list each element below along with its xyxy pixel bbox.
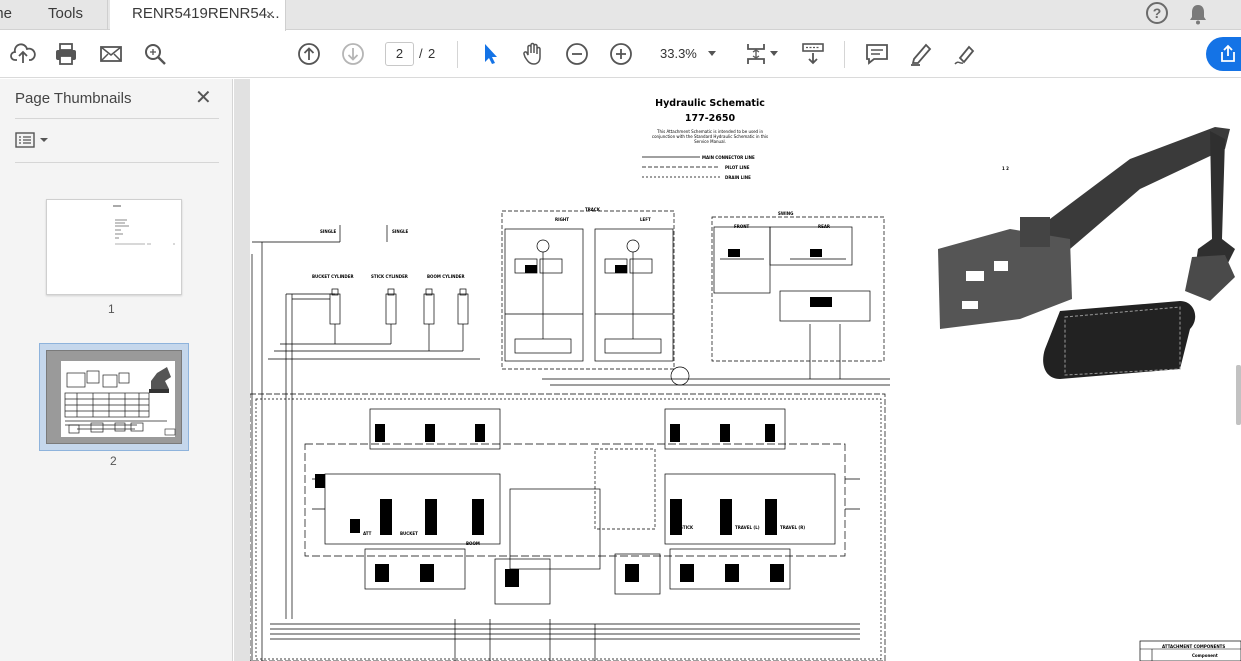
tab-bar: Home Tools RENR5419RENR54... × ?: [0, 0, 1241, 31]
tab-document-label: RENR5419RENR54...: [132, 5, 280, 22]
next-page-icon[interactable]: [340, 41, 366, 67]
zoom-out-icon[interactable]: [564, 41, 590, 67]
page-number-input[interactable]: 2: [385, 42, 414, 66]
fit-page-icon[interactable]: [743, 41, 769, 67]
zoom-in-icon[interactable]: [608, 41, 634, 67]
tab-tools-label: Tools: [47, 5, 84, 22]
thumbnails-panel: Page Thumbnails ✕ 1 2: [0, 79, 233, 661]
zoom-dropdown-chevron-icon[interactable]: [708, 51, 716, 56]
help-icon[interactable]: ?: [1146, 2, 1168, 24]
thumbnail-label-2: 2: [110, 454, 117, 468]
thumbnail-label-1: 1: [108, 302, 115, 316]
comment-icon[interactable]: [864, 41, 890, 67]
panel-divider: [15, 162, 219, 163]
hydraulic-schematic-drawing: [250, 127, 1241, 661]
panel-title: Page Thumbnails: [15, 90, 132, 107]
page-total: 2: [428, 46, 436, 61]
tab-home[interactable]: Home: [0, 0, 24, 30]
search-icon[interactable]: [142, 41, 168, 67]
tab-tools[interactable]: Tools: [24, 0, 108, 30]
page-thumbnail-2-selected[interactable]: [39, 343, 189, 451]
print-icon[interactable]: [53, 41, 79, 67]
toolbar-divider: [457, 41, 458, 68]
previous-page-icon[interactable]: [296, 41, 322, 67]
toolbar-divider: [844, 41, 845, 68]
page-separator: /: [419, 46, 423, 61]
sign-pen-icon[interactable]: [952, 41, 978, 67]
email-icon[interactable]: [98, 41, 124, 67]
tab-close-icon[interactable]: ×: [266, 0, 274, 28]
vertical-scrollbar[interactable]: [1236, 365, 1241, 425]
page-thumbnail-1[interactable]: [46, 199, 182, 295]
upload-cloud-icon[interactable]: [10, 41, 36, 67]
page-thumbnail-2[interactable]: [46, 350, 182, 444]
highlight-pen-icon[interactable]: [908, 41, 934, 67]
document-page: Hydraulic Schematic 177-2650 This Attach…: [250, 79, 1241, 661]
tab-home-label: Home: [0, 5, 13, 22]
zoom-level[interactable]: 33.3%: [660, 46, 697, 61]
scroll-mode-icon[interactable]: [800, 41, 826, 67]
panel-divider: [15, 118, 219, 119]
select-cursor-icon[interactable]: [477, 41, 503, 67]
thumbnail-options-icon[interactable]: [15, 132, 51, 153]
tab-document[interactable]: RENR5419RENR54... ×: [110, 0, 286, 31]
toolbar: 2 / 2 33.3%: [0, 31, 1241, 78]
panel-close-icon[interactable]: ✕: [195, 88, 212, 108]
hand-tool-icon[interactable]: [520, 41, 546, 67]
notification-bell-icon[interactable]: [1188, 3, 1208, 30]
fit-page-chevron-icon[interactable]: [770, 51, 778, 56]
document-viewport[interactable]: Hydraulic Schematic 177-2650 This Attach…: [234, 79, 1241, 661]
share-button[interactable]: [1206, 37, 1241, 71]
